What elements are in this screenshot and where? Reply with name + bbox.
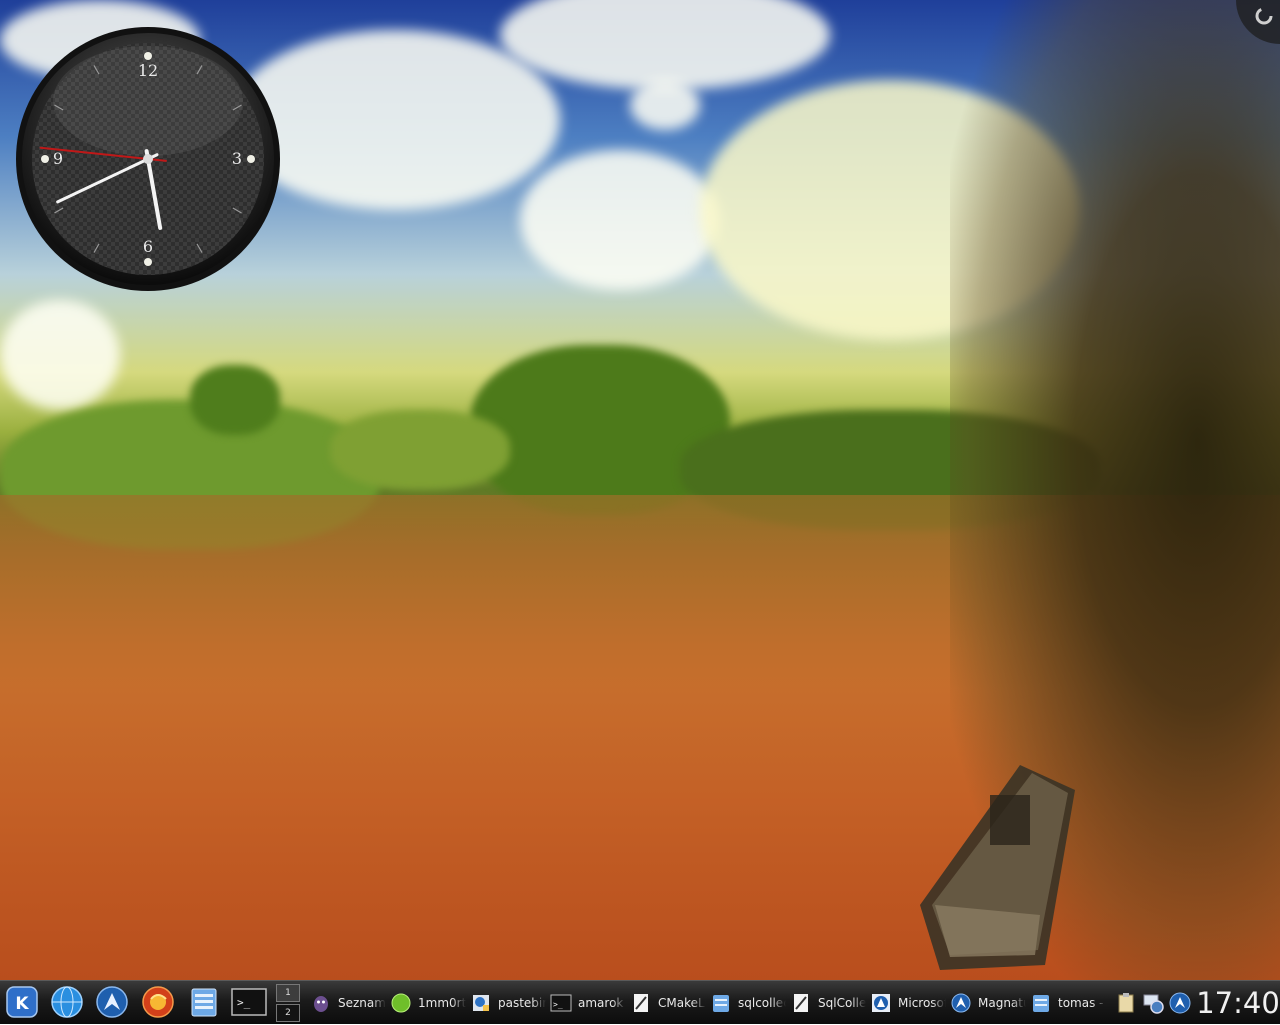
task-manager: Seznam 1mm0rtal pastebin >_ amarok CMake… — [306, 985, 1112, 1021]
globe-launcher[interactable] — [49, 984, 85, 1020]
task-sqlcollection-editor[interactable]: SqlCollection — [786, 985, 866, 1021]
svg-text:K: K — [15, 994, 29, 1014]
konqueror-icon — [950, 992, 972, 1014]
clock-hour-dot — [247, 155, 255, 163]
cloud — [500, 0, 830, 90]
konqueror-icon — [870, 992, 892, 1014]
green-status-icon — [390, 992, 412, 1014]
clock-hour-dot — [144, 52, 152, 60]
task-label: tomas - — [1058, 996, 1104, 1010]
task-1mm0rtal[interactable]: 1mm0rtal — [386, 985, 466, 1021]
text-editor-icon — [630, 992, 652, 1014]
web-icon — [470, 992, 492, 1014]
task-label: Magnatune — [978, 996, 1026, 1010]
task-label: amarok — [578, 996, 624, 1010]
task-seznam[interactable]: Seznam — [306, 985, 386, 1021]
pager-desktop-1[interactable]: 1 — [276, 984, 300, 1002]
terminal-icon: >_ — [231, 988, 267, 1016]
network-icon — [1143, 994, 1164, 1014]
cloud — [520, 150, 720, 290]
clock-center-pin — [143, 154, 153, 164]
network-tray-button[interactable] — [1141, 991, 1165, 1015]
task-label: pastebin — [498, 996, 546, 1010]
pidgin-icon — [310, 992, 332, 1014]
pager-desktop-2[interactable]: 2 — [276, 1004, 300, 1022]
firefox-launcher[interactable] — [140, 984, 176, 1020]
panel-digital-clock[interactable]: 17:40 — [1196, 981, 1280, 1025]
task-microsoft[interactable]: Microsoft — [866, 985, 946, 1021]
task-label: sqlcollection — [738, 996, 786, 1010]
clipboard-tray-button[interactable] — [1114, 991, 1138, 1015]
clock-numeral-6: 6 — [143, 237, 153, 256]
terminal-launcher[interactable]: >_ — [231, 984, 267, 1020]
folder-icon — [710, 992, 732, 1014]
firefox-icon — [142, 986, 174, 1018]
task-label: CMakeLists — [658, 996, 706, 1010]
task-cmakelists[interactable]: CMakeLists — [626, 985, 706, 1021]
konqueror-launcher[interactable] — [94, 984, 130, 1020]
cloud — [630, 80, 700, 130]
treeline — [330, 410, 510, 490]
system-tray — [1114, 989, 1196, 1017]
desktop-toolbox-icon[interactable] — [1234, 0, 1280, 46]
terminal-icon: >_ — [550, 992, 572, 1014]
cloud — [0, 300, 120, 410]
file-manager-icon — [191, 988, 217, 1017]
konqueror-icon — [96, 986, 128, 1018]
globe-icon — [51, 986, 83, 1018]
svg-text:>_: >_ — [237, 996, 251, 1009]
boat-image — [920, 765, 1075, 970]
file-manager-launcher[interactable] — [186, 984, 222, 1020]
task-label: SqlCollection — [818, 996, 866, 1010]
update-tray-button[interactable] — [1168, 991, 1192, 1015]
kde-menu-button[interactable]: K — [4, 984, 40, 1020]
folder-icon — [1030, 992, 1052, 1014]
text-editor-icon — [790, 992, 812, 1014]
task-label: Seznam — [338, 996, 386, 1010]
update-icon — [1169, 992, 1191, 1014]
task-tomas[interactable]: tomas - — [1026, 985, 1106, 1021]
svg-text:>_: >_ — [553, 1000, 563, 1009]
analog-clock-widget[interactable]: 12 3 6 9 — [15, 26, 281, 292]
kde-menu-icon: K — [6, 986, 38, 1018]
clock-hour-dot — [41, 155, 49, 163]
task-pastebin[interactable]: pastebin — [466, 985, 546, 1021]
clock-hour-dot — [144, 258, 152, 266]
clock-numeral-9: 9 — [53, 149, 63, 168]
clipboard-icon — [1118, 993, 1134, 1013]
desktop-pager: 1 2 — [276, 984, 300, 1022]
desktop-wallpaper: 12 3 6 9 — [0, 0, 1280, 980]
task-magnatune[interactable]: Magnatune — [946, 985, 1026, 1021]
treeline — [190, 365, 280, 435]
task-label: 1mm0rtal — [418, 996, 466, 1010]
taskbar-panel: K >_ 1 2 Seznam 1mm0rt pastebin >_ amaro… — [0, 980, 1280, 1024]
task-amarok[interactable]: >_ amarok — [546, 985, 626, 1021]
clock-numeral-12: 12 — [138, 61, 158, 80]
task-sqlcollection-folder[interactable]: sqlcollection — [706, 985, 786, 1021]
clock-numeral-3: 3 — [232, 149, 242, 168]
task-label: Microsoft — [898, 996, 946, 1010]
